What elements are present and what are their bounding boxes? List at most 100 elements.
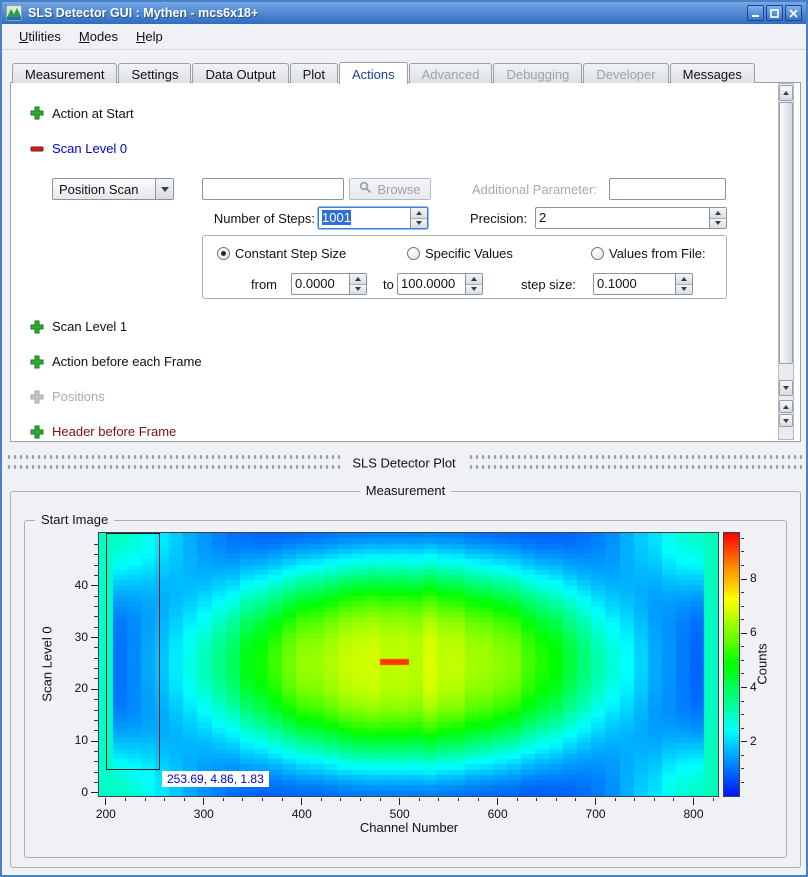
radio-constant-step-size-label[interactable]: Constant Step Size xyxy=(235,246,346,261)
x-axis-tick-label: 200 xyxy=(86,807,126,821)
colorbar-tick-label: 6 xyxy=(750,625,770,639)
y-axis-tick-label: 10 xyxy=(61,733,88,747)
scan-mode-combobox[interactable]: Position Scan xyxy=(52,178,174,200)
x-axis-minor-tick xyxy=(164,798,165,801)
to-spinbox[interactable]: 100.0000 xyxy=(397,273,483,295)
x-axis-tick xyxy=(105,798,106,805)
spin-down-icon[interactable] xyxy=(466,285,482,295)
heatmap-canvas[interactable] xyxy=(98,532,719,797)
x-axis-tick-label: 700 xyxy=(576,807,616,821)
x-axis-minor-tick xyxy=(380,798,381,801)
colorbar xyxy=(723,532,740,797)
x-axis-tick xyxy=(203,798,204,805)
additional-parameter-label: Additional Parameter: xyxy=(472,182,597,197)
tab-measurement[interactable]: Measurement xyxy=(12,63,117,83)
radio-values-from-file[interactable] xyxy=(591,247,604,260)
x-axis-minor-tick xyxy=(517,798,518,801)
x-axis-minor-tick xyxy=(419,798,420,801)
scroll-down-icon[interactable] xyxy=(779,414,793,427)
vertical-scrollbar[interactable] xyxy=(778,83,794,440)
step-size-spinbox[interactable]: 0.1000 xyxy=(593,273,693,295)
spin-up-icon[interactable] xyxy=(466,274,482,285)
x-axis-minor-tick xyxy=(458,798,459,801)
from-spinbox[interactable]: 0.0000 xyxy=(291,273,367,295)
x-axis-minor-tick xyxy=(438,798,439,801)
menu-utilities[interactable]: Utilities xyxy=(10,26,70,47)
radio-specific-values-label[interactable]: Specific Values xyxy=(425,246,513,261)
step-mode-groupbox: Constant Step Size Specific Values Value… xyxy=(202,235,727,299)
y-axis-tick-label: 40 xyxy=(61,578,88,592)
scan-level-0-label[interactable]: Scan Level 0 xyxy=(52,141,127,156)
combo-dropdown-icon[interactable] xyxy=(155,179,173,199)
x-axis-tick xyxy=(595,798,596,805)
menu-help[interactable]: Help xyxy=(127,26,172,47)
x-axis-minor-tick xyxy=(713,798,714,801)
close-button[interactable] xyxy=(785,5,802,21)
y-axis-tick xyxy=(91,637,98,638)
scan-mode-value: Position Scan xyxy=(53,182,155,197)
tab-data-output[interactable]: Data Output xyxy=(192,63,288,83)
maximize-button[interactable] xyxy=(766,5,783,21)
tab-messages[interactable]: Messages xyxy=(670,63,755,83)
minimize-button[interactable] xyxy=(747,5,764,21)
radio-constant-step-size[interactable] xyxy=(217,247,230,260)
spin-up-icon[interactable] xyxy=(676,274,692,285)
spin-down-icon[interactable] xyxy=(411,219,427,229)
scrollbar-thumb[interactable] xyxy=(779,102,793,364)
measurement-group-title: Measurement xyxy=(360,483,451,498)
browse-button[interactable]: Browse xyxy=(349,178,431,200)
spin-down-icon[interactable] xyxy=(676,285,692,295)
x-axis-minor-tick xyxy=(478,798,479,801)
x-axis-minor-tick xyxy=(536,798,537,801)
expand-plus-icon[interactable] xyxy=(30,355,44,369)
colorbar-tick xyxy=(741,579,747,580)
spin-up-icon[interactable] xyxy=(710,208,726,219)
number-of-steps-spinbox[interactable]: 1001 xyxy=(318,207,428,229)
step-size-label: step size: xyxy=(521,277,576,292)
x-axis-tick-label: 300 xyxy=(184,807,224,821)
expand-plus-icon[interactable] xyxy=(30,425,44,439)
scan-level-1-label[interactable]: Scan Level 1 xyxy=(52,319,127,334)
start-image-group-title: Start Image xyxy=(35,512,114,527)
spin-up-icon[interactable] xyxy=(411,208,427,219)
x-axis-minor-tick xyxy=(282,798,283,801)
precision-spinbox[interactable]: 2 xyxy=(535,207,727,229)
scroll-up-icon[interactable] xyxy=(779,400,793,413)
x-axis-minor-tick xyxy=(360,798,361,801)
colorbar-minor-tick xyxy=(741,606,744,607)
colorbar-tick-label: 8 xyxy=(750,571,770,585)
action-at-start-label[interactable]: Action at Start xyxy=(52,106,134,121)
action-before-frame-label[interactable]: Action before each Frame xyxy=(52,354,202,369)
spin-down-icon[interactable] xyxy=(350,285,366,295)
scroll-up-icon[interactable] xyxy=(779,85,793,101)
plot-splitter-handle[interactable]: SLS Detector Plot xyxy=(2,448,806,478)
colorbar-title: Counts xyxy=(755,643,770,684)
spin-down-icon[interactable] xyxy=(710,219,726,229)
x-axis-minor-tick xyxy=(654,798,655,801)
menu-modes[interactable]: Modes xyxy=(70,26,127,47)
x-axis-tick-label: 600 xyxy=(478,807,518,821)
application-window: SLS Detector GUI : Mythen - mcs6x18+ Uti… xyxy=(0,0,808,877)
y-axis-tick xyxy=(91,792,98,793)
colorbar-minor-tick xyxy=(741,714,744,715)
radio-values-from-file-label[interactable]: Values from File: xyxy=(609,246,706,261)
browse-button-label: Browse xyxy=(377,182,420,197)
additional-parameter-input[interactable] xyxy=(609,178,726,200)
y-axis-tick xyxy=(91,741,98,742)
expand-plus-icon[interactable] xyxy=(30,106,44,120)
scroll-down-icon[interactable] xyxy=(779,380,793,396)
colorbar-minor-tick xyxy=(741,619,744,620)
x-axis-minor-tick xyxy=(615,798,616,801)
tab-settings[interactable]: Settings xyxy=(118,63,191,83)
colorbar-minor-tick xyxy=(741,565,744,566)
header-before-frame-label[interactable]: Header before Frame xyxy=(52,424,176,439)
expand-plus-icon[interactable] xyxy=(30,320,44,334)
collapse-minus-icon[interactable] xyxy=(30,142,44,156)
radio-specific-values[interactable] xyxy=(407,247,420,260)
spin-up-icon[interactable] xyxy=(350,274,366,285)
tab-actions[interactable]: Actions xyxy=(339,62,408,84)
y-axis-tick-label: 20 xyxy=(61,681,88,695)
tab-plot[interactable]: Plot xyxy=(290,63,338,83)
scan-script-input[interactable] xyxy=(202,178,344,200)
colorbar-minor-tick xyxy=(741,646,744,647)
